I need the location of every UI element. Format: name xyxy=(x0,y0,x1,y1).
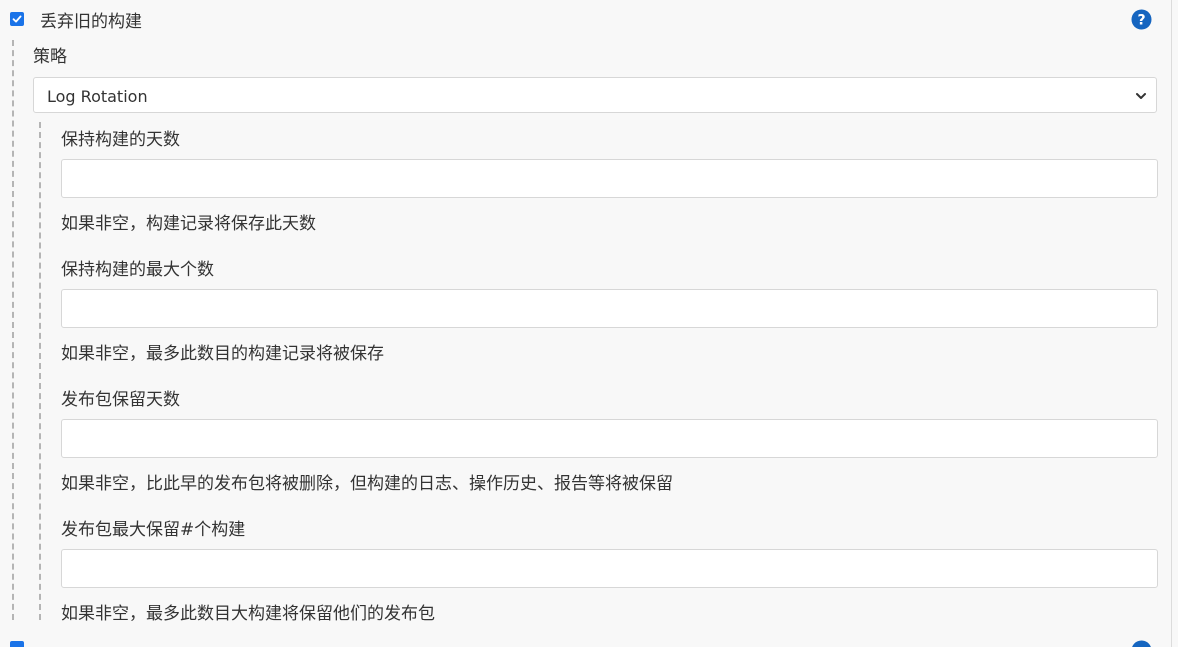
artifact-max-builds-input[interactable] xyxy=(61,549,1158,588)
days-to-keep-input[interactable] xyxy=(61,159,1158,198)
max-builds-to-keep-input[interactable] xyxy=(61,289,1158,328)
artifact-max-builds-label: 发布包最大保留#个构建 xyxy=(61,520,246,540)
strategy-select-value: Log Rotation xyxy=(47,87,148,106)
svg-text:?: ? xyxy=(1137,13,1145,29)
artifact-max-builds-help: 如果非空，最多此数目大构建将保留他们的发布包 xyxy=(61,604,435,624)
max-builds-to-keep-label: 保持构建的最大个数 xyxy=(61,260,214,280)
strategy-label: 策略 xyxy=(33,47,67,67)
panel-border xyxy=(1171,0,1172,647)
chevron-down-icon xyxy=(1136,93,1146,99)
discard-old-builds-checkbox[interactable] xyxy=(10,12,24,26)
strategy-group-indent xyxy=(12,40,14,620)
checkmark-icon xyxy=(12,15,22,23)
build-discarder-section: 丢弃旧的构建 ? 策略 Log Rotation 保持构建的天数 如果非空，构建… xyxy=(0,0,1178,647)
days-to-keep-help: 如果非空，构建记录将保存此天数 xyxy=(61,214,316,234)
discard-old-builds-row: 丢弃旧的构建 xyxy=(10,9,142,32)
days-to-keep-label: 保持构建的天数 xyxy=(61,130,180,150)
artifact-days-to-keep-help: 如果非空，比此早的发布包将被删除，但构建的日志、操作历史、报告等将被保留 xyxy=(61,474,673,494)
discard-old-builds-label: 丢弃旧的构建 xyxy=(40,11,142,32)
max-builds-to-keep-help: 如果非空，最多此数目的构建记录将被保存 xyxy=(61,344,384,364)
artifact-days-to-keep-label: 发布包保留天数 xyxy=(61,390,180,410)
artifact-days-to-keep-input[interactable] xyxy=(61,419,1158,458)
next-option-checkbox[interactable] xyxy=(10,641,24,647)
help-icon[interactable] xyxy=(1131,640,1152,647)
help-icon[interactable]: ? xyxy=(1131,9,1152,30)
strategy-select[interactable]: Log Rotation xyxy=(33,77,1157,113)
log-rotation-group-indent xyxy=(39,122,41,620)
